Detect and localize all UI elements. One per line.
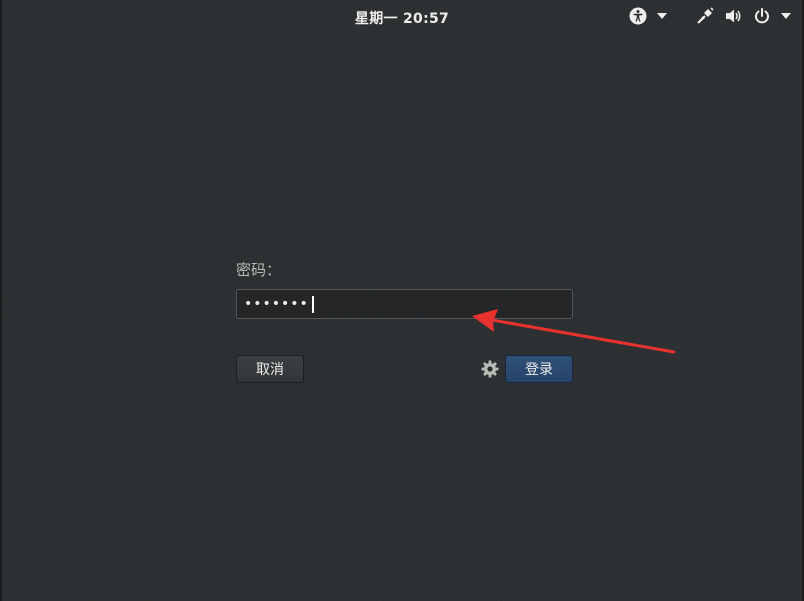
password-label: 密码：	[236, 261, 282, 279]
gear-icon[interactable]	[481, 360, 499, 378]
accessibility-icon[interactable]	[628, 6, 648, 26]
network-icon[interactable]	[695, 6, 715, 26]
cancel-button[interactable]: 取消	[236, 355, 304, 383]
clock[interactable]: 星期一 20:57	[2, 8, 802, 28]
chevron-down-icon[interactable]	[776, 6, 796, 26]
password-field[interactable]: •••••••	[236, 289, 573, 319]
login-dialog: 密码： ••••••• 取消 登录	[236, 260, 573, 383]
chevron-down-icon[interactable]	[652, 6, 672, 26]
top-bar: 星期一 20:57	[2, 0, 802, 33]
password-mask: •••••••	[244, 296, 309, 312]
login-button[interactable]: 登录	[505, 355, 573, 383]
power-icon[interactable]	[752, 6, 772, 26]
cancel-button-label: 取消	[256, 362, 284, 378]
login-button-label: 登录	[525, 362, 553, 378]
login-screen: 星期一 20:57 密码： ••••••• 取消 登录	[0, 0, 804, 601]
text-caret	[311, 295, 314, 313]
volume-icon[interactable]	[724, 6, 744, 26]
